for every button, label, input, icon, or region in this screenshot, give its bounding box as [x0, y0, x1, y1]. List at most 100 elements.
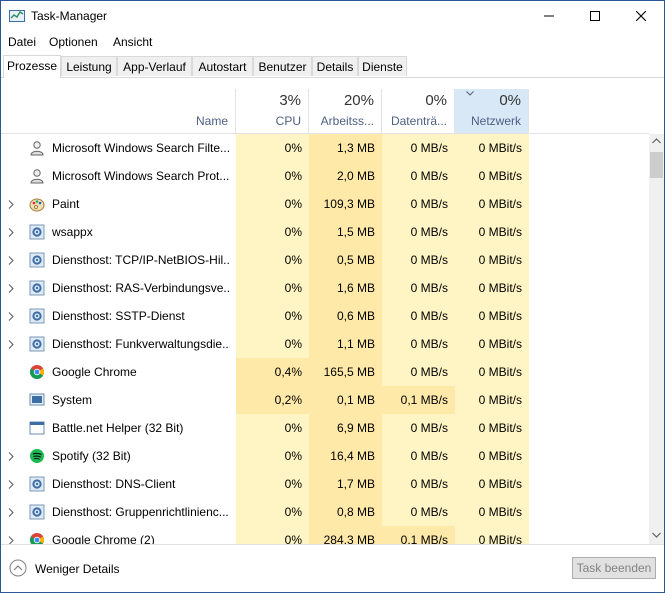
chevron-right-icon[interactable]: [8, 228, 14, 237]
tab-benutzer[interactable]: Benutzer: [253, 56, 312, 76]
chrome-icon: [30, 365, 44, 379]
header-cpu[interactable]: 3% CPU: [236, 89, 309, 133]
table-row[interactable]: Google Chrome 0,4% 165,5 MB 0 MB/s 0 MBit/s: [1, 358, 649, 386]
table-row[interactable]: System 0,2% 0,1 MB 0,1 MB/s 0 MBit/s: [1, 386, 649, 414]
menu-optionen[interactable]: Optionen: [49, 35, 98, 49]
cell-net: 0 MBit/s: [455, 190, 529, 218]
tab-details[interactable]: Details: [312, 56, 358, 76]
process-name: Diensthost: TCP/IP-NetBIOS-Hil...: [52, 253, 230, 267]
vertical-scrollbar[interactable]: [649, 134, 664, 544]
process-name: wsappx: [52, 225, 93, 239]
column-header: Name 3% CPU 20% Arbeitss... 0% Datenträ.…: [1, 89, 649, 134]
cell-cpu: 0,2%: [236, 386, 309, 414]
process-name: Diensthost: DNS-Client: [52, 477, 176, 491]
header-network[interactable]: 0% Netzwerk: [455, 89, 529, 133]
table-row[interactable]: Paint 0% 109,3 MB 0 MB/s 0 MBit/s: [1, 190, 649, 218]
cell-mem: 1,3 MB: [309, 134, 382, 162]
header-disk-percent: 0%: [425, 92, 447, 109]
header-name[interactable]: Name: [1, 89, 236, 133]
tab-prozesse[interactable]: Prozesse: [3, 55, 61, 78]
chevron-right-icon[interactable]: [8, 508, 14, 517]
table-row[interactable]: Diensthost: DNS-Client 0% 1,7 MB 0 MB/s 0 MB…: [1, 470, 649, 498]
scroll-up-icon[interactable]: [652, 138, 661, 144]
cell-cpu: 0%: [236, 330, 309, 358]
process-name: Google Chrome: [52, 365, 137, 379]
process-name: Diensthost: RAS-Verbindungsve...: [52, 281, 230, 295]
app-window-icon: [29, 421, 45, 435]
table-row[interactable]: Diensthost: RAS-Verbindungsve... 0% 1,6 MB…: [1, 274, 649, 302]
cell-mem: 0,6 MB: [309, 302, 382, 330]
fewer-details-link[interactable]: Weniger Details: [35, 562, 119, 576]
cell-disk: 0,1 MB/s: [382, 526, 455, 544]
cell-net: 0 MBit/s: [455, 470, 529, 498]
task-manager-window: Task-Manager Datei Optionen Ansicht Proz…: [0, 0, 665, 593]
chevron-right-icon[interactable]: [8, 284, 14, 293]
process-list: Microsoft Windows Search Filte... 0% 1,3 M…: [1, 134, 649, 544]
table-row[interactable]: Microsoft Windows Search Prot... 0% 2,0 MB…: [1, 162, 649, 190]
cell-net: 0 MBit/s: [455, 526, 529, 544]
header-disk[interactable]: 0% Datenträ...: [382, 89, 455, 133]
tab-app-verlauf[interactable]: App-Verlauf: [117, 56, 192, 76]
gear-icon: [29, 308, 45, 324]
collapse-circle-icon[interactable]: [9, 559, 27, 577]
table-row[interactable]: Google Chrome (2) 0% 284,3 MB 0,1 MB/s 0 MBi…: [1, 526, 649, 544]
chevron-right-icon[interactable]: [8, 480, 14, 489]
cell-mem: 2,0 MB: [309, 162, 382, 190]
title-bar[interactable]: Task-Manager: [1, 1, 664, 31]
cell-cpu: 0%: [236, 414, 309, 442]
search-service-icon: [30, 169, 44, 184]
tab-autostart[interactable]: Autostart: [192, 56, 253, 76]
chevron-right-icon[interactable]: [8, 452, 14, 461]
table-row[interactable]: Microsoft Windows Search Filte... 0% 1,3 M…: [1, 134, 649, 162]
cell-cpu: 0%: [236, 526, 309, 544]
header-memory-percent: 20%: [343, 92, 374, 109]
menu-datei[interactable]: Datei: [8, 35, 36, 49]
minimize-button[interactable]: [526, 1, 572, 31]
cell-disk: 0 MB/s: [382, 498, 455, 526]
table-row[interactable]: Diensthost: Funkverwaltungsdie... 0% 1,1 M…: [1, 330, 649, 358]
table-row[interactable]: wsappx 0% 1,5 MB 0 MB/s 0 MBit/s: [1, 218, 649, 246]
close-button[interactable]: [618, 1, 664, 31]
chevron-right-icon[interactable]: [8, 340, 14, 349]
table-row[interactable]: Spotify (32 Bit) 0% 16,4 MB 0 MB/s 0 MBit/s: [1, 442, 649, 470]
cell-disk: 0 MB/s: [382, 274, 455, 302]
cell-mem: 0,5 MB: [309, 246, 382, 274]
cell-net: 0 MBit/s: [455, 274, 529, 302]
cell-mem: 1,1 MB: [309, 330, 382, 358]
sort-chevron-down-icon: [466, 91, 474, 96]
process-name: Paint: [52, 197, 80, 211]
cell-cpu: 0%: [236, 274, 309, 302]
scrollbar-thumb[interactable]: [650, 152, 663, 178]
process-name: Microsoft Windows Search Prot...: [52, 169, 230, 183]
table-row[interactable]: Diensthost: SSTP-Dienst 0% 0,6 MB 0 MB/s 0 M…: [1, 302, 649, 330]
chevron-right-icon[interactable]: [8, 256, 14, 265]
menu-ansicht[interactable]: Ansicht: [113, 35, 152, 49]
cell-mem: 165,5 MB: [309, 358, 382, 386]
minimize-icon: [544, 15, 554, 17]
tab-dienste[interactable]: Dienste: [358, 56, 407, 76]
chevron-right-icon[interactable]: [8, 200, 14, 209]
end-task-button[interactable]: Task beenden: [572, 557, 656, 579]
cell-net: 0 MBit/s: [455, 498, 529, 526]
cell-disk: 0 MB/s: [382, 414, 455, 442]
chevron-right-icon[interactable]: [8, 312, 14, 321]
cell-disk: 0 MB/s: [382, 442, 455, 470]
maximize-button[interactable]: [572, 1, 618, 31]
cell-net: 0 MBit/s: [455, 330, 529, 358]
header-memory[interactable]: 20% Arbeitss...: [309, 89, 382, 133]
table-row[interactable]: Battle.net Helper (32 Bit) 0% 6,9 MB 0 MB/s…: [1, 414, 649, 442]
tab-leistung[interactable]: Leistung: [61, 56, 117, 76]
cell-cpu: 0%: [236, 134, 309, 162]
cell-cpu: 0%: [236, 470, 309, 498]
scroll-down-icon[interactable]: [652, 532, 661, 538]
table-row[interactable]: Diensthost: Gruppenrichtlinienc... 0% 0,8 …: [1, 498, 649, 526]
gear-icon: [29, 476, 45, 492]
chevron-right-icon[interactable]: [8, 536, 14, 544]
table-row[interactable]: Diensthost: TCP/IP-NetBIOS-Hil... 0% 0,5 M…: [1, 246, 649, 274]
cell-disk: 0 MB/s: [382, 218, 455, 246]
cell-cpu: 0%: [236, 498, 309, 526]
cell-cpu: 0%: [236, 190, 309, 218]
process-name: Spotify (32 Bit): [52, 449, 131, 463]
process-name: Battle.net Helper (32 Bit): [52, 421, 184, 435]
cell-mem: 1,5 MB: [309, 218, 382, 246]
